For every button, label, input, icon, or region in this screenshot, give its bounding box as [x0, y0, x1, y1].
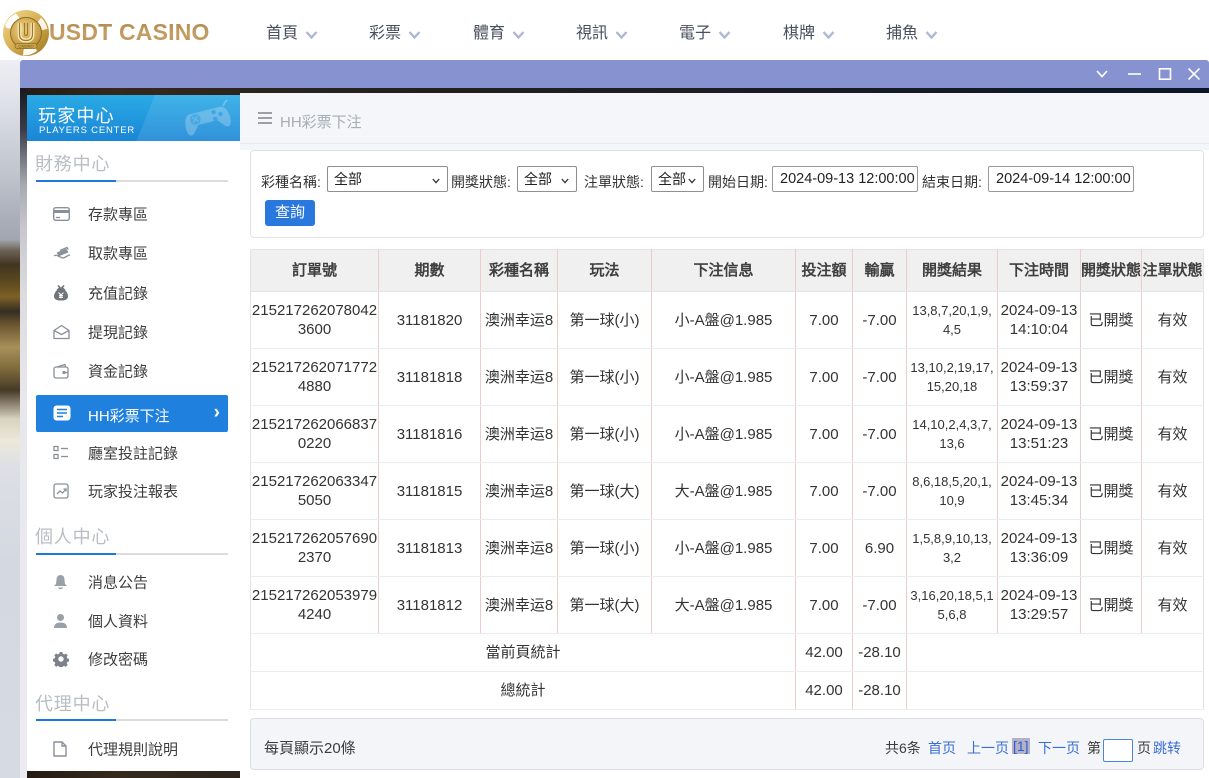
- svg-text:CASINO: CASINO: [18, 44, 33, 49]
